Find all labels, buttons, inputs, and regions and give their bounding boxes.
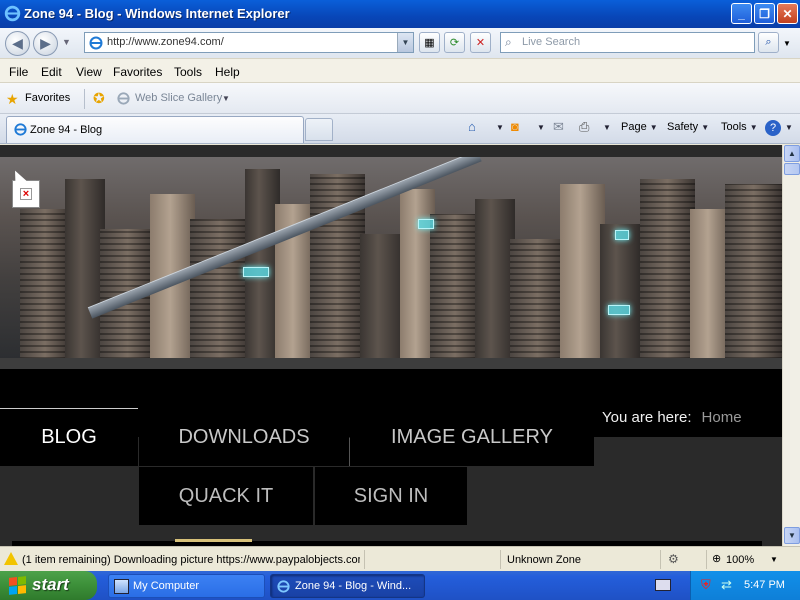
help-icon[interactable]: ? (765, 120, 781, 136)
network-icon[interactable]: ⇄ (721, 577, 732, 593)
taskbar-item-ie[interactable]: Zone 94 - Blog - Wind... (270, 574, 425, 598)
security-alert-icon[interactable]: ⛨ (701, 577, 711, 593)
add-to-favorites-icon[interactable]: ✪ (93, 90, 105, 107)
favorites-button[interactable]: Favorites (25, 92, 70, 104)
search-icon: ⌕ (505, 35, 512, 49)
start-label: start (32, 575, 69, 594)
stop-button[interactable]: ✕ (470, 32, 491, 53)
minimize-button[interactable]: _ (731, 3, 752, 24)
scroll-up-arrow-icon[interactable]: ▲ (784, 145, 800, 162)
warning-icon (4, 552, 18, 565)
separator (84, 89, 85, 109)
home-icon[interactable]: ⌂ (468, 119, 476, 134)
back-button[interactable]: ◀ (5, 31, 30, 56)
zoom-icon: ⊕ (712, 553, 722, 565)
web-slice-dropdown-icon[interactable]: ▼ (222, 94, 230, 103)
print-icon[interactable]: ⎙ (579, 119, 589, 135)
taskbar-item-my-computer[interactable]: My Computer (108, 574, 265, 598)
compatibility-view-button[interactable]: ▦ (419, 32, 440, 53)
scroll-down-arrow-icon[interactable]: ▼ (784, 527, 800, 544)
tab-zone94-blog[interactable]: Zone 94 - Blog (6, 116, 304, 143)
security-zone: Unknown Zone (507, 554, 581, 566)
breadcrumb-label: You are here: (602, 409, 692, 426)
menu-help[interactable]: Help (215, 65, 240, 79)
header-city-image (0, 157, 782, 359)
search-options-icon[interactable]: ▼ (783, 39, 791, 48)
page-icon (89, 36, 103, 50)
breadcrumb-home-link[interactable]: Home (702, 409, 742, 426)
nav-blog[interactable]: BLOG (0, 408, 138, 466)
menu-edit[interactable]: Edit (41, 65, 62, 79)
feeds-dropdown-icon[interactable]: ▼ (534, 121, 545, 133)
protected-mode-icon[interactable]: ⚙ (668, 552, 679, 566)
address-field[interactable]: http://www.zone94.com/ ▼ (84, 32, 414, 53)
search-field[interactable]: ⌕ Live Search (500, 32, 755, 53)
nav-downloads[interactable]: DOWNLOADS (139, 408, 349, 466)
task-label: Zone 94 - Blog - Wind... (295, 580, 412, 592)
search-go-button[interactable]: ⌕ (758, 32, 779, 53)
rss-feed-icon[interactable]: ◙ (511, 119, 519, 134)
zoom-dropdown-icon[interactable]: ▼ (770, 555, 778, 564)
task-label: My Computer (133, 580, 200, 592)
home-dropdown-icon[interactable]: ▼ (493, 121, 504, 133)
help-dropdown-icon[interactable]: ▼ (782, 121, 793, 133)
menu-favorites[interactable]: Favorites (113, 65, 162, 79)
address-toolbar: ◀ ▶ ▼ http://www.zone94.com/ ▼ ▦ ⟳ ✕ ⌕ L… (0, 28, 800, 58)
menu-tools[interactable]: Tools (174, 65, 202, 79)
nav-image-gallery[interactable]: IMAGE GALLERY (350, 408, 594, 466)
keyboard-icon[interactable] (655, 579, 671, 591)
tab-label: Zone 94 - Blog (30, 124, 103, 136)
menu-file[interactable]: File (9, 65, 28, 79)
favorites-star-icon[interactable]: ★ (6, 91, 19, 108)
address-dropdown-icon[interactable]: ▼ (397, 33, 413, 52)
windows-logo-icon (9, 576, 26, 595)
system-tray: ⛨ ⇄ 5:47 PM (690, 571, 800, 600)
web-slice-icon (117, 92, 130, 105)
tools-menu[interactable]: Tools ▼ (721, 121, 758, 133)
title-bar: Zone 94 - Blog - Windows Internet Explor… (0, 0, 800, 28)
new-tab-button[interactable] (305, 118, 333, 141)
print-dropdown-icon[interactable]: ▼ (600, 121, 611, 133)
menu-bar: File Edit View Favorites Tools Help (0, 58, 800, 83)
refresh-button[interactable]: ⟳ (444, 32, 465, 53)
safety-menu[interactable]: Safety ▼ (667, 121, 709, 133)
maximize-button[interactable]: ❐ (754, 3, 775, 24)
breadcrumb: You are here: Home (602, 409, 742, 426)
page-menu[interactable]: Page ▼ (621, 121, 658, 133)
history-dropdown-icon[interactable]: ▼ (62, 37, 71, 47)
window-title: Zone 94 - Blog - Windows Internet Explor… (24, 6, 290, 21)
zoom-level[interactable]: 100% (726, 554, 754, 566)
vertical-scrollbar[interactable]: ▲ ▼ (782, 145, 800, 546)
address-url: http://www.zone94.com/ (107, 36, 224, 48)
nav-sign-in[interactable]: SIGN IN (315, 467, 467, 525)
ie-logo-icon (4, 5, 21, 22)
taskbar: start My Computer Zone 94 - Blog - Wind.… (0, 571, 800, 600)
ie-task-icon (277, 580, 290, 593)
web-slice-gallery-link[interactable]: Web Slice Gallery (135, 92, 222, 104)
scroll-thumb[interactable] (784, 163, 800, 175)
status-text: (1 item remaining) Downloading picture h… (22, 554, 360, 566)
tab-bar: Zone 94 - Blog ⌂ ▼ ◙ ▼ ✉ ⎙ ▼ Page ▼ Safet… (0, 114, 800, 144)
web-page: × BLOG DOWNLOADS IMAGE GALLERY QUACK IT … (0, 145, 782, 546)
forward-button[interactable]: ▶ (33, 31, 58, 56)
tab-page-icon (14, 123, 27, 136)
read-mail-icon[interactable]: ✉ (553, 119, 564, 135)
search-placeholder: Live Search (522, 36, 581, 48)
favorites-bar: ★ Favorites ✪ Web Slice Gallery ▼ (0, 83, 800, 114)
start-button[interactable]: start (0, 571, 97, 600)
menu-view[interactable]: View (76, 65, 102, 79)
status-bar: (1 item remaining) Downloading picture h… (0, 546, 800, 571)
my-computer-icon (114, 579, 129, 594)
close-button[interactable]: ✕ (777, 3, 798, 24)
nav-quack-it[interactable]: QUACK IT (139, 467, 313, 525)
clock: 5:47 PM (744, 579, 785, 591)
